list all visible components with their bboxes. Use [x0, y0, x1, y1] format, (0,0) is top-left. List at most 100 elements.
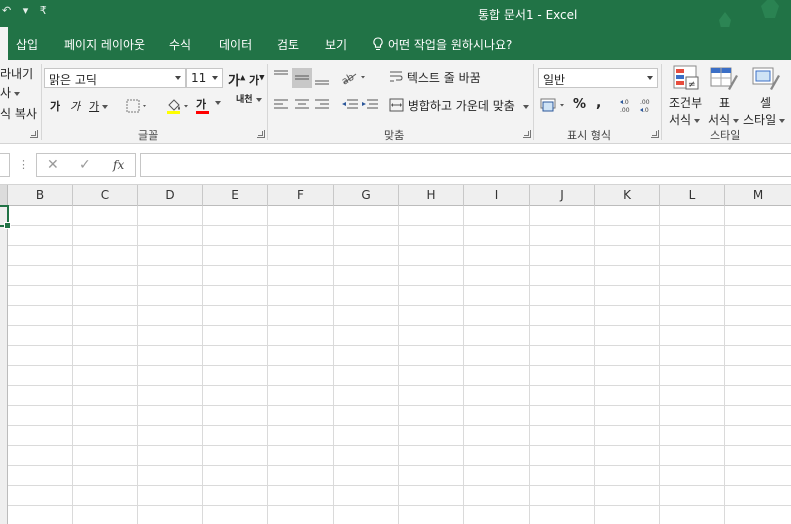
column-header-c[interactable]: C — [73, 185, 138, 206]
conditional-formatting-button[interactable]: ≠ 조건부 서식 — [667, 63, 705, 128]
underline-button[interactable]: 가 — [89, 98, 109, 114]
merge-center-label: 병합하고 가운데 맞춤 — [407, 99, 515, 113]
row-headers[interactable] — [0, 206, 8, 524]
column-header-h[interactable]: H — [399, 185, 464, 206]
borders-button[interactable] — [126, 99, 148, 116]
column-header-g[interactable]: G — [334, 185, 399, 206]
decrease-indent-icon — [342, 99, 358, 109]
enter-icon[interactable]: ✓ — [79, 157, 91, 173]
name-box[interactable] — [0, 153, 10, 177]
tab-view[interactable]: 보기 — [325, 36, 347, 53]
ribbon-tabs: 삽입 페이지 레이아웃 수식 데이터 검토 보기 어떤 작업을 원하시나요? — [0, 27, 791, 60]
table-label-2: 서식 — [708, 111, 740, 128]
format-as-table-button[interactable]: 표 서식 — [708, 63, 746, 128]
alignment-launcher[interactable] — [523, 130, 531, 138]
number-launcher[interactable] — [651, 130, 659, 138]
column-header-j[interactable]: J — [530, 185, 595, 206]
conditional-label-2: 서식 — [669, 111, 701, 128]
align-right-icon — [315, 99, 329, 109]
merge-center-button[interactable]: 병합하고 가운데 맞춤 — [389, 97, 529, 114]
tab-page-layout[interactable]: 페이지 레이아웃 — [64, 36, 145, 53]
fill-color-button[interactable] — [165, 97, 191, 118]
tab-insert[interactable]: 삽입 — [16, 36, 38, 53]
orientation-icon: ab — [340, 72, 365, 88]
increase-decimal-icon: .0.00 — [620, 99, 630, 114]
decrease-decimal-button[interactable]: .00.0 — [639, 98, 657, 117]
conditional-formatting-icon: ≠ — [673, 65, 699, 90]
column-header-m[interactable]: M — [725, 185, 791, 206]
column-headers: B C D E F G H I J K L M — [0, 184, 791, 206]
column-header-b[interactable]: B — [8, 185, 73, 206]
phonetic-glyph: 내천 — [236, 95, 253, 105]
cut-button[interactable]: 라내기 — [0, 65, 33, 82]
shrink-font-button[interactable]: 가▼ — [249, 72, 265, 88]
bold-button[interactable]: 가 — [50, 98, 60, 114]
tell-me-box[interactable]: 어떤 작업을 원하시나요? — [372, 36, 512, 53]
cancel-icon[interactable]: ✕ — [47, 157, 59, 173]
increase-indent-icon — [362, 99, 378, 109]
comma-button[interactable]: , — [596, 95, 601, 111]
copy-label: 사 — [0, 86, 12, 100]
align-center-icon — [295, 99, 309, 109]
number-format-dropdown[interactable]: 일반 — [538, 68, 658, 88]
increase-decimal-button[interactable]: .0.00 — [619, 98, 637, 117]
tab-formulas[interactable]: 수식 — [169, 36, 191, 53]
font-launcher[interactable] — [257, 130, 265, 138]
phonetic-button[interactable]: 내천 — [236, 96, 262, 105]
accounting-format-button[interactable] — [540, 97, 568, 116]
borders-icon — [126, 99, 146, 113]
font-size-value: 11 — [191, 71, 207, 85]
orientation-button[interactable]: ab — [340, 69, 368, 88]
grid-line — [137, 206, 138, 524]
formula-bar: ⋮ ✕ ✓ fx — [0, 145, 791, 185]
active-cell[interactable] — [0, 205, 11, 229]
italic-button[interactable]: 가 — [70, 98, 80, 114]
clipboard-launcher[interactable] — [30, 130, 38, 138]
bottom-align-button[interactable] — [313, 68, 331, 91]
align-right-button[interactable] — [314, 98, 330, 115]
grid-line — [267, 206, 268, 524]
column-header-i[interactable]: I — [464, 185, 530, 206]
column-header-d[interactable]: D — [138, 185, 203, 206]
decrease-indent-button[interactable] — [341, 98, 359, 115]
column-header-e[interactable]: E — [203, 185, 268, 206]
middle-align-icon — [295, 75, 309, 80]
svg-text:.00: .00 — [640, 99, 650, 106]
top-align-button[interactable] — [272, 68, 290, 89]
conditional-label-1: 조건부 — [669, 96, 703, 110]
middle-align-button[interactable] — [292, 68, 312, 88]
column-header-k[interactable]: K — [595, 185, 660, 206]
align-center-button[interactable] — [294, 98, 310, 115]
tab-data[interactable]: 데이터 — [219, 36, 252, 53]
grow-font-button[interactable]: 가▲ — [228, 70, 245, 89]
svg-text:.0: .0 — [643, 107, 649, 114]
font-name-dropdown[interactable]: 맑은 고딕 — [44, 68, 186, 88]
increase-indent-button[interactable] — [361, 98, 379, 115]
wrap-text-icon — [390, 71, 403, 82]
table-label-2-text: 서식 — [708, 113, 731, 127]
number-group-label: 표시 형식 — [567, 129, 611, 142]
tab-home[interactable] — [0, 27, 8, 60]
select-all-corner[interactable] — [0, 185, 8, 206]
align-left-button[interactable] — [273, 98, 289, 115]
insert-function-icon[interactable]: fx — [113, 158, 124, 172]
grid-line — [398, 206, 399, 524]
cell-styles-label-1: 셀 — [760, 96, 772, 110]
grid-line — [72, 206, 73, 524]
formula-bar-splitter[interactable]: ⋮ — [18, 158, 29, 171]
column-header-l[interactable]: L — [660, 185, 725, 206]
quick-access-toolbar[interactable]: ↶ ▾ ₹ — [2, 4, 51, 17]
formula-input[interactable] — [140, 153, 791, 177]
percent-button[interactable]: % — [573, 97, 586, 112]
copy-button[interactable]: 사 — [0, 84, 21, 101]
font-size-dropdown[interactable]: 11 — [186, 68, 223, 88]
cell-styles-button[interactable]: 셀 스타일 — [742, 63, 791, 127]
grid-line — [594, 206, 595, 524]
cell-grid[interactable] — [8, 206, 791, 524]
column-header-f[interactable]: F — [268, 185, 334, 206]
tab-review[interactable]: 검토 — [277, 36, 299, 53]
fill-color-icon — [167, 99, 188, 114]
wrap-text-button[interactable]: 텍스트 줄 바꿈 — [389, 69, 481, 86]
format-painter-button[interactable]: 식 복사 — [0, 105, 37, 122]
grid-line — [724, 206, 725, 524]
